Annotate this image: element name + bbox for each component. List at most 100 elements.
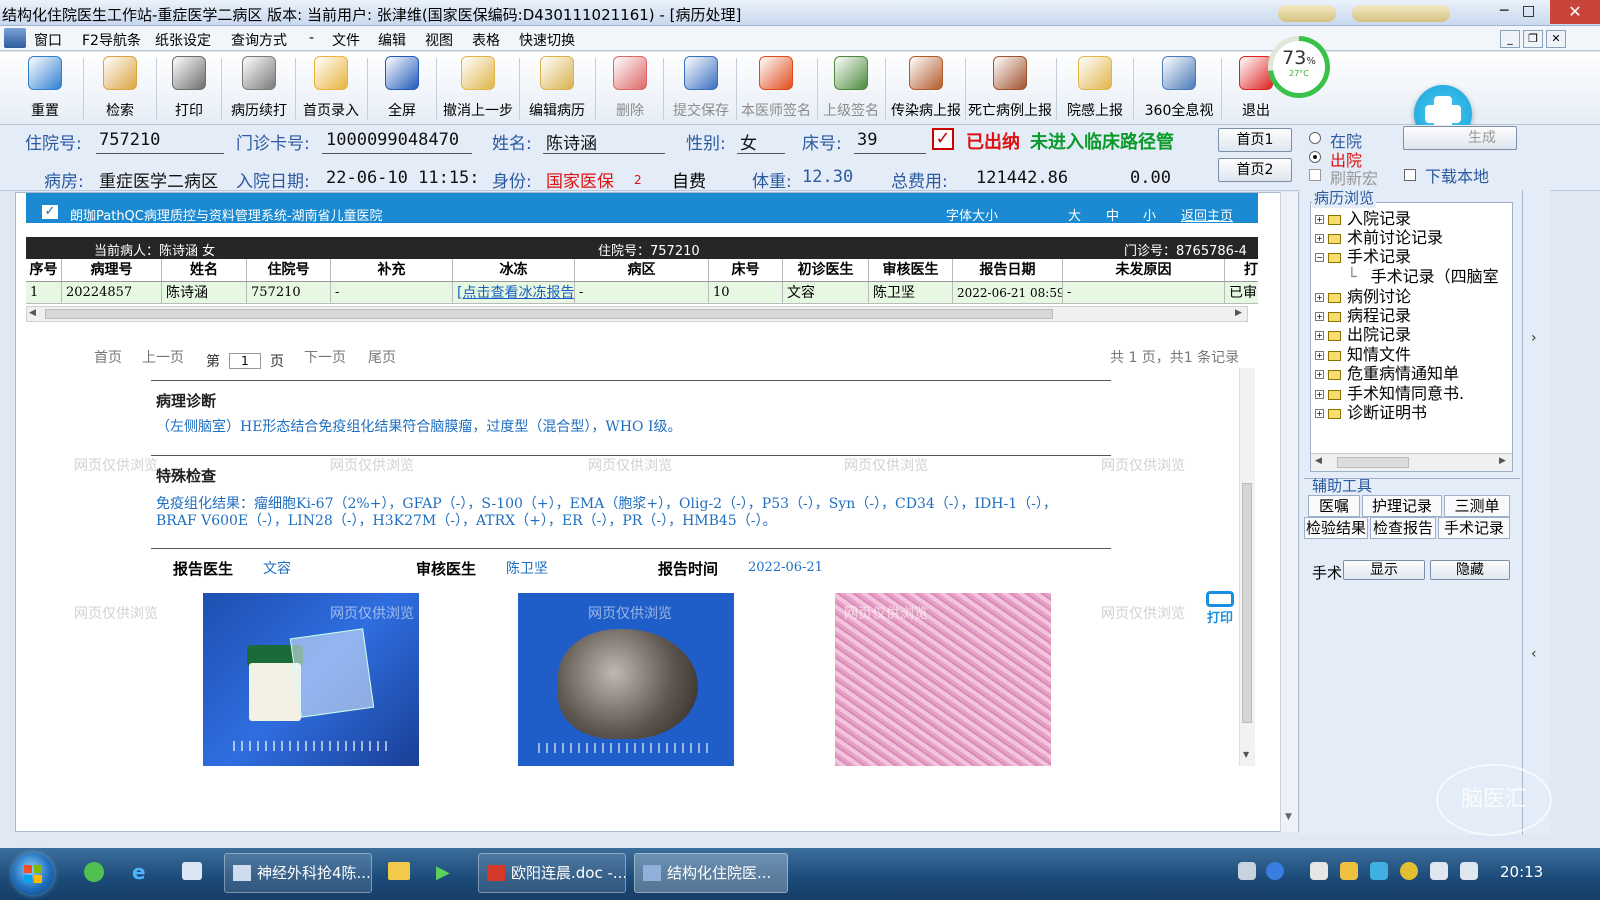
checkbox-refresh[interactable] [1309,169,1321,181]
toolbar-button[interactable]: 全屏 [369,54,435,122]
tree-item[interactable]: + 诊断证明书 [1315,399,1427,423]
toolbar-button[interactable]: 死亡病例上报 [965,54,1055,122]
memory-gauge[interactable]: 73% 27°C [1268,36,1330,98]
toolbar-button[interactable]: 打印 [158,54,220,122]
tab-surgery-records[interactable]: 手术记录 [1438,517,1510,539]
radio-in-hospital[interactable] [1309,132,1321,144]
mdi-minimize-icon[interactable]: _ [1500,30,1520,48]
toolbar-button[interactable]: 院感上报 [1058,54,1132,122]
special-text-1: 免疫组化结果：瘤细胞Ki-67（2%+），GFAP（-），S-100（+），EM… [156,496,1057,512]
menu-view[interactable]: 视图 [425,30,453,50]
menu-navbar[interactable]: F2导航条 [82,30,141,50]
ie-icon[interactable]: e [132,860,146,884]
mdi-restore-icon[interactable]: ❐ [1523,30,1543,48]
pager-last[interactable]: 尾页 [368,347,396,367]
tray-app-icon[interactable] [1310,862,1328,880]
pager-next[interactable]: 下一页 [304,347,346,367]
tab-exam-reports[interactable]: 检查报告 [1370,517,1436,539]
menu-edit[interactable]: 编辑 [378,30,406,50]
identity-label: 身份: [492,172,532,192]
scroll-right-icon[interactable]: ▶ [1235,308,1242,318]
app-menu-icon[interactable] [4,28,26,48]
toolbar-button[interactable]: 360全息视 [1138,54,1220,122]
task-emr-app[interactable]: 结构化住院医... [634,853,788,893]
font-mid-button[interactable]: 中 [1106,205,1119,224]
mdi-close-icon[interactable]: ✕ [1546,30,1566,48]
frozen-report-link[interactable]: [点击查看冰冻报告] [453,282,575,304]
menu-quick-switch[interactable]: 快速切换 [519,30,575,50]
chevron-right-icon[interactable]: › [1531,330,1537,346]
font-small-button[interactable]: 小 [1143,205,1156,224]
pager-first[interactable]: 首页 [94,347,122,367]
menu-file[interactable]: 文件 [332,30,360,50]
tree-horizontal-scrollbar[interactable]: ◀ ▶ [1311,453,1512,471]
maximize-icon[interactable]: □ [1522,3,1535,19]
scroll-left-icon[interactable]: ◀ [29,308,36,318]
main-vertical-scrollbar[interactable]: ▼ [1280,192,1298,832]
menu-query[interactable]: 查询方式 [231,30,287,50]
toolbar-button[interactable]: 传染病上报 [888,54,964,122]
font-big-button[interactable]: 大 [1068,205,1081,224]
checkbox-discharged-icon[interactable]: ✓ [932,128,954,150]
show-button[interactable]: 显示 [1343,560,1425,580]
start-button[interactable] [12,853,54,895]
toolbar-button[interactable]: 删除 [598,54,662,122]
task-neuro-doc[interactable]: 神经外科抢4陈... [224,853,372,893]
toolbar-button[interactable]: 编辑病历 [520,54,594,122]
radio-discharged[interactable] [1309,151,1321,163]
menu-bar: 窗口 F2导航条 纸张设定 查询方式 - 文件 编辑 视图 表格 快速切换 _ … [0,26,1600,51]
menu-window[interactable]: 窗口 [34,30,62,50]
media-player-icon[interactable]: ▶ [436,862,450,883]
task-word-doc[interactable]: 欧阳连晨.doc -... [478,853,626,893]
toolbar-button[interactable]: 撤消上一步 [438,54,518,122]
browser-green-icon[interactable] [84,862,104,882]
toolbar-button[interactable]: 重置 [8,54,82,122]
scroll-down-icon[interactable]: ▼ [1243,750,1249,759]
close-icon[interactable]: ✕ [1550,0,1600,24]
back-home-link[interactable]: 返回主页 [1181,205,1233,224]
scroll-thumb[interactable] [45,309,1053,319]
toolbar-button[interactable]: 提交保存 [667,54,735,122]
home2-button[interactable]: 首页2 [1218,158,1292,182]
toolbar-button[interactable]: 上级签名 [818,54,884,122]
table-horizontal-scrollbar[interactable]: ◀ ▶ [26,306,1248,322]
tab-orders[interactable]: 医嘱 [1308,495,1360,517]
keyboard-icon[interactable] [1238,862,1256,880]
print-icon[interactable]: 打印 [1202,591,1238,627]
report-scroll-thumb[interactable] [1242,483,1252,723]
checkbox-download[interactable] [1404,169,1416,181]
table-row[interactable]: 1 20224857 陈诗涵 757210 - [点击查看冰冻报告] - 10 … [26,282,1258,304]
toolbar-button[interactable]: 本医师签名 [736,54,816,122]
network-icon[interactable] [1460,862,1478,880]
tab-nursing[interactable]: 护理记录 [1362,495,1442,517]
folder-icon[interactable] [388,862,410,880]
home1-button[interactable]: 首页1 [1218,128,1292,152]
tab-vitals[interactable]: 三测单 [1444,495,1510,517]
tab-lab-results[interactable]: 检验结果 [1304,517,1368,539]
tray-security-icon[interactable] [1340,862,1358,880]
chevron-left-icon[interactable]: ‹ [1531,646,1537,662]
toolbar-button[interactable]: 首页录入 [296,54,366,122]
menu-paper[interactable]: 纸张设定 [155,30,211,50]
main-scroll-down-icon[interactable]: ▼ [1285,812,1292,822]
hide-button[interactable]: 隐藏 [1430,560,1510,580]
generate-button[interactable]: 生成 [1403,126,1517,150]
special-title: 特殊检查 [156,467,217,485]
toolbar-button[interactable]: 病历续打 [224,54,294,122]
volume-icon[interactable] [1430,862,1448,880]
tray-cloud-icon[interactable] [1370,862,1388,880]
menu-table[interactable]: 表格 [472,30,500,50]
page-input[interactable]: 1 [229,353,261,369]
th-frozen: 冰冻 [453,259,575,281]
pager-prev[interactable]: 上一页 [142,347,184,367]
window-switch-icon[interactable] [182,862,202,880]
report-vertical-scrollbar[interactable]: ▼ [1239,368,1255,766]
tray-360-icon[interactable] [1400,862,1418,880]
minimize-icon[interactable]: ─ [1500,3,1508,19]
toolbar-button[interactable]: 检索 [85,54,155,122]
help-icon[interactable] [1266,862,1284,880]
watermark-text: 网页仅供浏览 [74,458,158,474]
td-review-doctor: 陈卫坚 [869,282,953,304]
toolbar-label: 首页录入 [303,103,359,119]
total-cost-label: 总费用: [891,172,948,192]
